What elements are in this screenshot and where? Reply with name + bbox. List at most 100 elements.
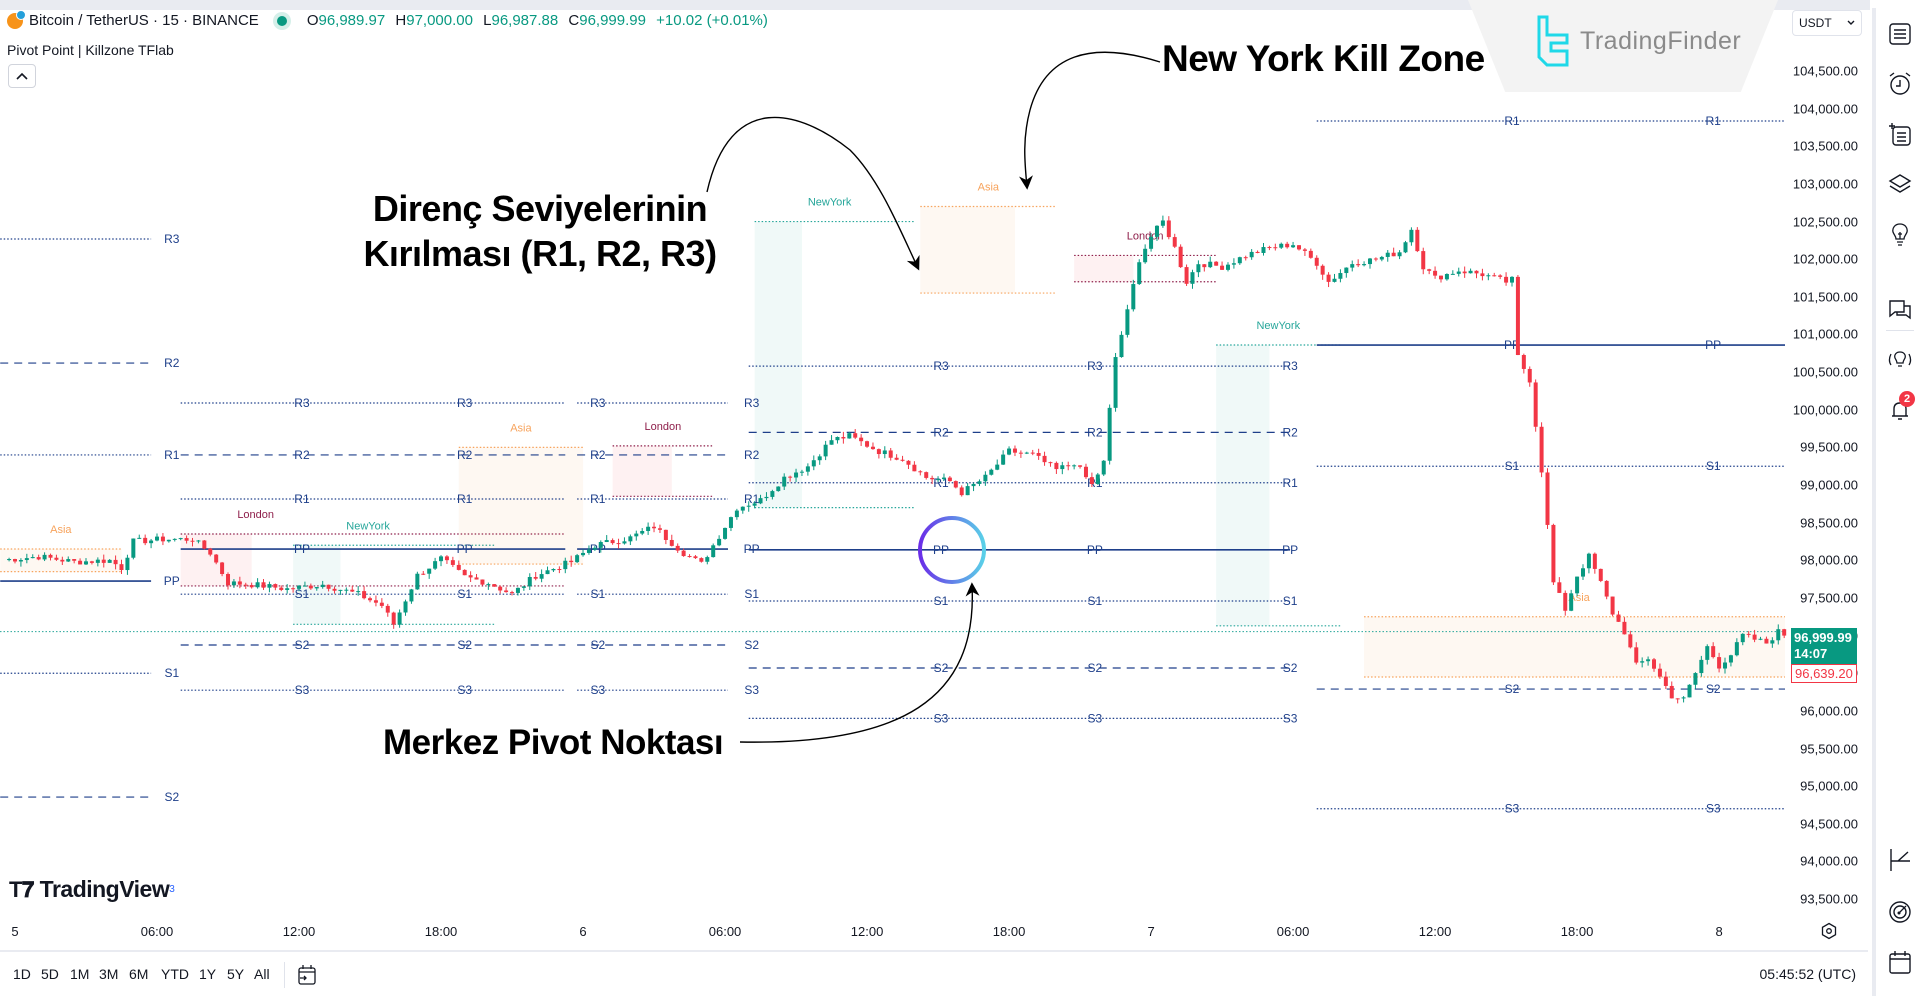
candle-up [515,587,520,593]
pivot-label-r3: R3 [294,396,310,410]
price-axis[interactable]: 104,500.00 104,000.00 103,500.00 103,000.00… [1790,0,1870,950]
price-change: +10.02 (+0.01%) [656,12,768,29]
calendar-icon[interactable] [1886,948,1914,976]
candle-down [1267,247,1272,249]
range-5d[interactable]: 5D [41,966,59,982]
add-list-icon[interactable] [1886,120,1914,148]
candle-up [166,539,171,542]
pivot-label-r1: R1 [590,492,606,506]
pivot-label-r1: R1 [1282,476,1298,490]
candle-down [1563,592,1568,611]
alert-clock-icon[interactable] [1886,70,1914,98]
pivot-label-r1: R1 [164,448,180,462]
time-axis-label: 5 [11,924,19,939]
candle-up [285,588,290,590]
utc-clock[interactable]: 05:45:52 (UTC) [1760,966,1856,982]
candle-down [1066,465,1071,467]
candle-down [468,575,473,578]
pivot-label-r2: R2 [933,425,949,439]
candle-down [853,433,858,438]
range-1d[interactable]: 1D [13,966,31,982]
high-value: 97,000.00 [406,12,473,29]
candle-down [373,600,378,603]
candle-up [1149,236,1154,249]
chat-icon[interactable] [1886,296,1914,324]
candle-up [782,476,787,487]
candle-up [527,576,532,587]
target-icon[interactable] [1886,898,1914,926]
candle-down [1498,275,1503,277]
candle-up [30,557,35,559]
candle-up [196,540,201,542]
candle-up [1444,274,1449,280]
time-axis[interactable]: 5 06:00 12:00 18:00 6 06:00 12:00 18:00 7 06:00 12… [0,914,1790,950]
candle-down [912,464,917,472]
time-axis-label: 18:00 [1560,924,1594,939]
candle-up [764,496,769,499]
ideas-icon[interactable] [1886,220,1914,248]
price-axis-label: 99,000.00 [1800,477,1858,493]
tradingview-logo[interactable]: T𝟕 TradingView 3 [9,876,175,903]
candle-up [1160,220,1165,226]
candle-up [1249,251,1254,258]
candle-up [95,559,100,563]
candle-down [421,573,426,575]
collapse-legend-button[interactable] [8,64,36,88]
ruler-icon[interactable] [1886,846,1914,874]
candle-down [273,584,278,588]
candle-up [995,464,1000,470]
resistance-break-arrow [706,116,920,271]
candle-down [510,592,515,594]
candle-up [231,581,236,586]
range-ytd[interactable]: YTD [161,966,189,982]
candle-up [521,586,526,588]
tradingfinder-mark-icon [1537,15,1569,67]
candle-down [220,562,225,575]
streams-icon[interactable] [1886,346,1914,374]
candle-down [1427,269,1432,271]
candle-up [320,584,325,588]
range-6m[interactable]: 6M [129,966,148,982]
candle-up [1510,276,1515,283]
price-axis-label: 95,000.00 [1800,778,1858,794]
candle-down [1078,465,1083,467]
candle-up [1154,225,1159,237]
candle-up [1397,252,1402,257]
session-box-newyork [293,545,341,625]
close-key: C [568,12,580,29]
pivot-label-r2: R2 [457,448,473,462]
price-axis-label: 101,500.00 [1792,289,1858,305]
range-1m[interactable]: 1M [70,966,89,982]
range-1y[interactable]: 1Y [199,966,216,982]
candle-down [533,576,538,579]
market-open-status-icon [276,15,287,26]
candle-up [1456,271,1461,274]
ohlc-values: O96,989.97 H97,000.00 L96,987.88 C96,999… [307,12,774,29]
price-axis-label: 94,500.00 [1800,816,1858,832]
candle-down [953,481,958,488]
candle-down [1433,270,1438,276]
layers-icon[interactable] [1886,170,1914,198]
watchlist-icon[interactable] [1886,20,1914,48]
symbol-title[interactable]: Bitcoin / TetherUS · 15 · BINANCE [7,9,259,29]
candle-down [243,584,248,586]
chart-settings-icon[interactable] [1820,922,1838,940]
candle-up [1291,245,1296,248]
pivot-label-r2: R2 [1282,425,1298,439]
candle-up [581,552,586,556]
range-3m[interactable]: 3M [99,966,118,982]
go-to-date-icon[interactable] [296,963,318,987]
candle-down [557,568,562,570]
candle-up [125,557,130,571]
indicator-legend[interactable]: Pivot Point | Killzone TFlab [7,42,174,58]
price-chart[interactable]: AsiaLondonNewYorkAsia LondonNewYorkAsiaLo… [0,0,1790,914]
candle-up [1734,642,1739,656]
ny-killzone-annotation: New York Kill Zone [1162,38,1485,79]
session-box-asia [1364,616,1785,678]
candle-down [1042,455,1047,463]
candle-down [498,586,503,591]
candle-up [1196,264,1201,273]
pivot-label-r2: R2 [294,448,310,462]
range-5y[interactable]: 5Y [227,966,244,982]
range-all[interactable]: All [254,966,270,982]
